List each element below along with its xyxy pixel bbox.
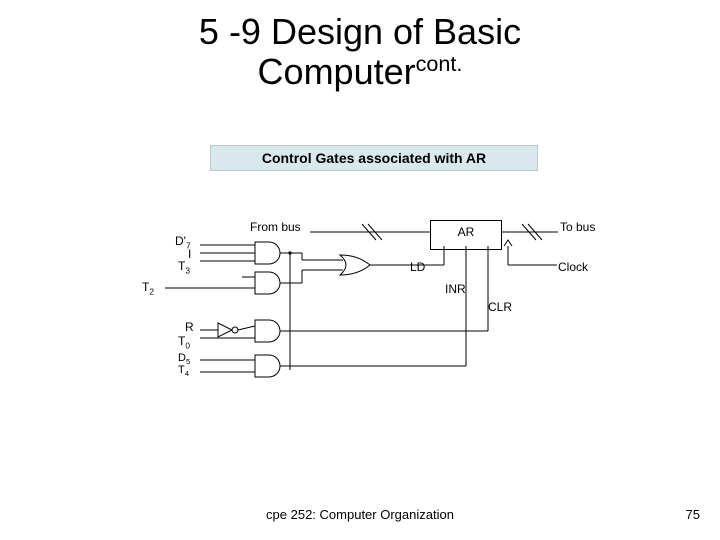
- slide-title: 5 -9 Design of Basic Computercont.: [0, 12, 720, 91]
- not-gate-r: [218, 323, 238, 337]
- and-gate-rt0: [255, 320, 280, 342]
- input-d7-base: D': [175, 234, 186, 248]
- input-t0: T0: [178, 334, 190, 350]
- gate-wiring-svg: [130, 210, 630, 410]
- subtitle-box: Control Gates associated with AR: [210, 145, 538, 171]
- title-line2-sup: cont.: [416, 51, 463, 76]
- input-t4-sub: 4: [185, 369, 189, 378]
- input-t4: T4: [178, 364, 189, 378]
- page-number: 75: [686, 507, 700, 522]
- circuit-diagram: AR From bus To bus Clock LD INR CLR: [130, 210, 630, 410]
- input-r: R: [185, 320, 194, 334]
- title-line1: 5 -9 Design of Basic: [199, 11, 521, 52]
- input-t2: T2: [142, 280, 154, 296]
- and-gate-t2: [255, 272, 280, 294]
- subtitle-text: Control Gates associated with AR: [262, 150, 486, 166]
- and-gate-top: [255, 242, 280, 264]
- input-t3-sub: 3: [185, 265, 190, 275]
- input-t2-sub: 2: [149, 286, 154, 296]
- input-t0-sub: 0: [185, 340, 190, 350]
- title-line2-base: Computer: [258, 51, 416, 92]
- input-t4-base: T: [178, 364, 185, 376]
- input-t3: T3: [178, 259, 190, 275]
- and-gate-d5t4: [255, 355, 280, 377]
- footer-text: cpe 252: Computer Organization: [0, 507, 720, 522]
- input-d5-base: D: [178, 352, 186, 364]
- or-gate-ld: [340, 255, 370, 275]
